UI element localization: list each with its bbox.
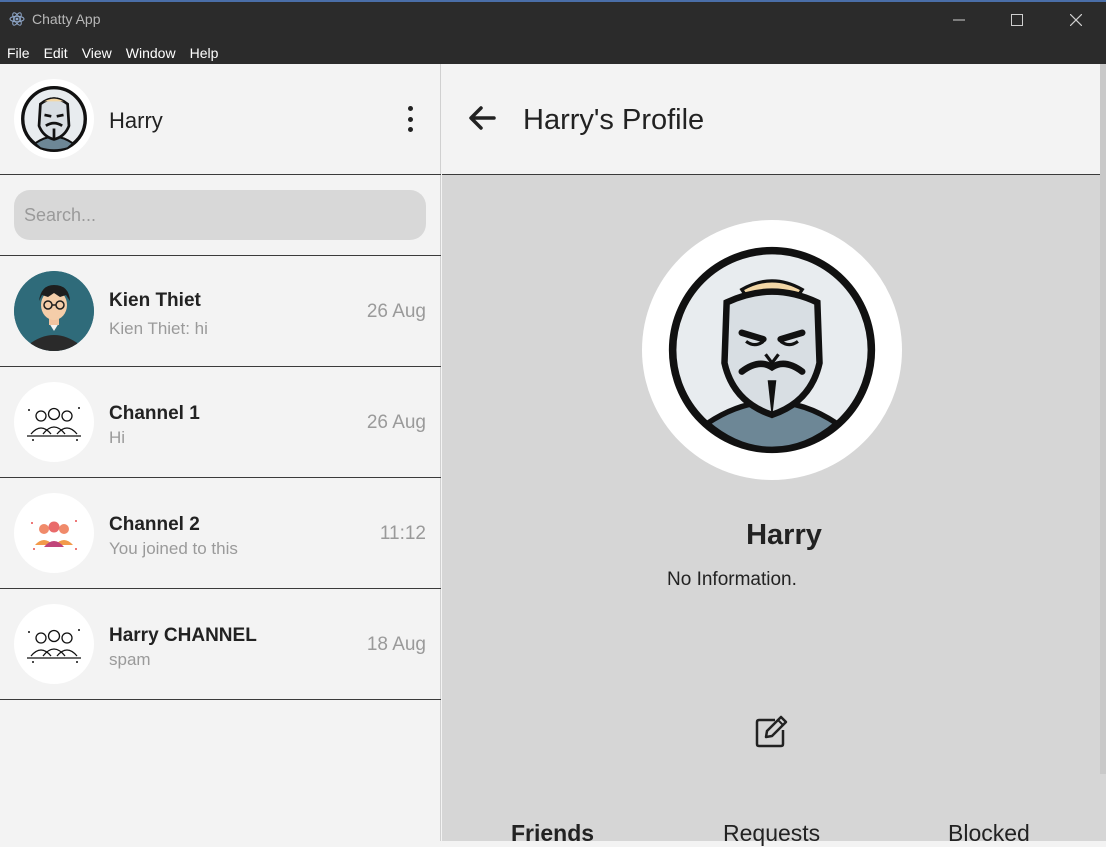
kebab-dot [407,106,413,111]
conversation-preview: Hi [109,428,126,447]
window-titlebar: Chatty App [0,0,1106,41]
menu-file[interactable]: File [7,45,30,61]
group-avatar-icon [27,629,81,663]
titlebar-accent-line [0,0,1106,2]
kebab-dot [407,116,413,122]
scrollbar[interactable] [1100,64,1106,774]
conversation-name: Channel 1 [109,403,200,424]
minimize-icon [953,19,965,21]
current-user-avatar[interactable] [14,79,94,159]
conversation-time: 26 Aug [366,412,426,433]
conversation-avatar [14,382,94,462]
conversation-time: 11:12 [379,523,426,544]
search-input[interactable] [14,190,426,240]
conversation-avatar [14,604,94,684]
person-avatar-icon [14,271,94,351]
window-title: Chatty App [32,11,101,27]
conversation-name: Kien Thiet [109,290,201,311]
sidebar: Harry Kien Thiet Kien Thiet: hi [0,64,441,841]
conversation-name: Channel 2 [109,514,200,535]
current-user-name: Harry [109,108,163,133]
menu-bar: File Edit View Window Help [0,41,1106,64]
conversation-time: 26 Aug [366,301,426,322]
conversation-item[interactable]: Kien Thiet Kien Thiet: hi 26 Aug [0,256,441,367]
conversation-avatar [14,493,94,573]
maximize-icon [1011,14,1023,26]
conversation-item[interactable]: Channel 2 You joined to this 11:12 [0,478,441,589]
tab-requests[interactable]: Requests [723,820,820,847]
menu-edit[interactable]: Edit [44,45,68,61]
anonymous-mask-avatar-icon [21,86,87,152]
conversation-time: 18 Aug [366,634,426,655]
group-avatar-icon [27,407,81,441]
kebab-dot [407,127,413,132]
profile-info: No Information. [667,569,797,590]
menu-help[interactable]: Help [190,45,219,61]
tab-friends[interactable]: Friends [511,820,594,847]
search-section [0,175,441,256]
profile-header: Harry's Profile [442,64,1106,175]
edit-icon[interactable] [755,714,789,748]
conversation-preview: spam [109,650,151,669]
current-user-header: Harry [0,64,441,175]
electron-app-icon [9,12,25,26]
anonymous-mask-avatar-icon [668,246,876,454]
tab-blocked[interactable]: Blocked [948,820,1030,847]
close-button[interactable] [1053,5,1099,35]
conversation-name: Harry CHANNEL [109,625,257,646]
minimize-button[interactable] [936,5,982,35]
menu-window[interactable]: Window [126,45,176,61]
colorful-group-avatar-icon [31,520,77,550]
conversation-item[interactable]: Channel 1 Hi 26 Aug [0,367,441,478]
conversation-item[interactable]: Harry CHANNEL spam 18 Aug [0,589,441,700]
maximize-button[interactable] [994,5,1040,35]
page-title: Harry's Profile [523,104,705,136]
close-icon [1070,14,1082,26]
conversation-preview: Kien Thiet: hi [109,319,208,338]
profile-name: Harry [746,519,822,551]
back-arrow-icon[interactable] [466,102,498,134]
conversation-avatar [14,271,94,351]
conversation-preview: You joined to this [109,539,238,558]
profile-panel: Harry's Profile Harry No Information. Fr… [442,64,1106,846]
menu-view[interactable]: View [82,45,112,61]
profile-avatar[interactable] [642,220,902,480]
more-options-button[interactable] [398,104,422,134]
